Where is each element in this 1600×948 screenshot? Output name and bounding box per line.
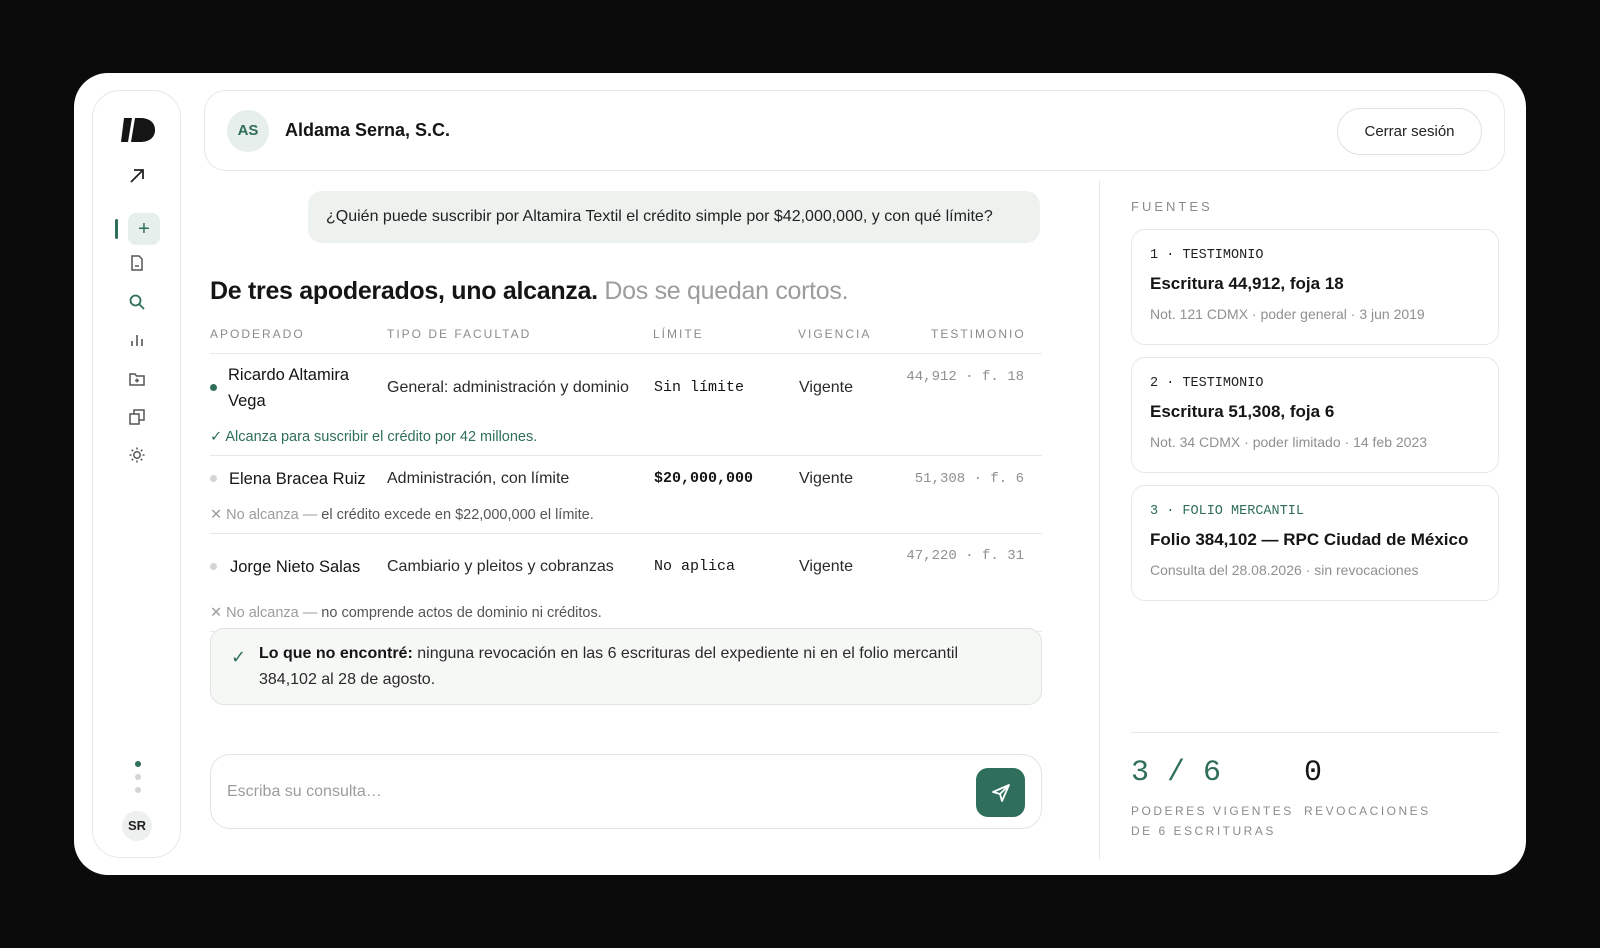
row-note: ✕ No alcanza — el crédito excede en $22,…	[210, 507, 594, 523]
row-note: ✓ Alcanza para suscribir el crédito por …	[210, 429, 537, 445]
limite: $20,000,000	[654, 470, 754, 487]
callout-text: Lo que no encontré: ninguna revocación e…	[259, 641, 1019, 693]
app-window: + SR AS Aldama Serna, S.C. Cerrar sesión…	[74, 73, 1526, 875]
answer-subtitle: Dos se quedan cortos.	[604, 277, 849, 305]
source-meta: Consulta del 28.08.2026 · sin revocacion…	[1150, 562, 1419, 578]
apoderado-name: Jorge Nieto Salas	[230, 558, 361, 576]
send-button[interactable]	[976, 768, 1025, 817]
testimonio[interactable]: 44,912 · f. 18	[904, 366, 1024, 389]
vigencia: Vigente	[799, 379, 853, 396]
folder-plus-icon[interactable]	[122, 364, 152, 394]
testimonio[interactable]: 47,220 · f. 31	[904, 545, 1024, 568]
row-divider	[210, 533, 1042, 534]
send-icon	[991, 783, 1010, 802]
source-tag: 3 · FOLIO MERCANTIL	[1150, 504, 1304, 519]
copy-icon[interactable]	[122, 402, 152, 432]
vigencia: Vigente	[799, 558, 853, 575]
app-logo[interactable]	[121, 115, 155, 145]
answer-title: De tres apoderados, uno alcanza. Dos se …	[210, 277, 849, 306]
panel-divider	[1099, 181, 1100, 859]
facultad: Administración, con límite	[387, 470, 570, 487]
note-prefix: ✕ No alcanza —	[210, 507, 318, 523]
page-dots	[133, 761, 143, 800]
stats-divider	[1131, 732, 1499, 733]
header-divider	[210, 353, 1042, 354]
testimonio[interactable]: 51,308 · f. 6	[864, 468, 1024, 491]
row-note: ✕ No alcanza — no comprende actos de dom…	[210, 605, 602, 621]
query-input[interactable]	[227, 773, 947, 811]
col-apoderado: APODERADO	[210, 327, 305, 341]
header: AS Aldama Serna, S.C. Cerrar sesión	[204, 90, 1505, 171]
source-title: Escritura 51,308, foja 6	[1150, 402, 1335, 421]
org-name: Aldama Serna, S.C.	[285, 120, 451, 140]
col-vigencia: VIGENCIA	[798, 327, 872, 341]
answer-headline: De tres apoderados, uno alcanza.	[210, 277, 598, 305]
composer	[210, 754, 1042, 829]
revocaciones-label: REVOCACIONES	[1304, 804, 1431, 818]
vigentes-label-line1: PODERES VIGENTES	[1131, 804, 1294, 818]
vigentes-label: PODERES VIGENTES DE 6 ESCRITURAS	[1131, 801, 1294, 841]
source-card[interactable]: 1 · TESTIMONIO Escritura 44,912, foja 18…	[1131, 229, 1499, 345]
status-dot	[210, 384, 217, 391]
col-testimonio: TESTIMONIO	[931, 327, 1026, 341]
source-meta: Not. 34 CDMX · poder limitado · 14 feb 2…	[1150, 434, 1428, 450]
new-query-button[interactable]: +	[128, 213, 160, 245]
facultad: General: administración y dominio	[387, 379, 629, 396]
source-tag: 2 · TESTIMONIO	[1150, 376, 1264, 391]
sidebar: + SR	[92, 90, 181, 858]
row-divider	[210, 455, 1042, 456]
bar-chart-icon[interactable]	[122, 325, 152, 355]
source-meta: Not. 121 CDMX · poder general · 3 jun 20…	[1150, 306, 1425, 322]
source-card[interactable]: 3 · FOLIO MERCANTIL Folio 384,102 — RPC …	[1131, 485, 1499, 601]
vigentes-label-line2: DE 6 ESCRITURAS	[1131, 824, 1276, 838]
col-facultad: TIPO DE FACULTAD	[387, 327, 532, 341]
user-question: ¿Quién puede suscribir por Altamira Text…	[308, 191, 1040, 243]
facultad: Cambiario y pleitos y cobranzas	[387, 558, 614, 575]
sun-icon[interactable]	[122, 440, 152, 470]
limite: Sin límite	[654, 379, 745, 396]
note-prefix: ✕ No alcanza —	[210, 605, 318, 621]
note-detail: el crédito excede en $22,000,000 el lími…	[321, 507, 594, 523]
source-card[interactable]: 2 · TESTIMONIO Escritura 51,308, foja 6 …	[1131, 357, 1499, 473]
revocaciones-stat: 0	[1304, 756, 1323, 790]
note-prefix: ✓ Alcanza para suscribir el crédito por …	[210, 429, 538, 445]
document-icon[interactable]	[122, 248, 152, 278]
col-limite: LÍMITE	[653, 327, 704, 341]
status-dot	[210, 563, 217, 570]
source-title: Folio 384,102 — RPC Ciudad de México	[1150, 530, 1469, 549]
source-title: Escritura 44,912, foja 18	[1150, 274, 1344, 293]
org-avatar: AS	[227, 110, 269, 152]
arrow-up-right-icon[interactable]	[122, 161, 152, 191]
source-tag: 1 · TESTIMONIO	[1150, 248, 1264, 263]
apoderado-name: Ricardo Altamira Vega	[228, 366, 350, 410]
logout-button[interactable]: Cerrar sesión	[1337, 108, 1482, 155]
limite: No aplica	[654, 558, 736, 575]
note-detail: no comprende actos de dominio ni crédito…	[321, 605, 602, 621]
findings-callout: ✓ Lo que no encontré: ninguna revocación…	[210, 628, 1042, 705]
vigentes-stat: 3 / 6	[1131, 756, 1222, 790]
user-avatar[interactable]: SR	[122, 811, 152, 841]
callout-bold: Lo que no encontré:	[259, 645, 413, 662]
check-icon: ✓	[231, 647, 247, 667]
sources-title: FUENTES	[1131, 199, 1213, 214]
vigencia: Vigente	[799, 470, 853, 487]
search-icon[interactable]	[122, 287, 152, 317]
status-dot	[210, 475, 217, 482]
apoderado-name: Elena Bracea Ruiz	[229, 470, 366, 488]
active-indicator	[115, 219, 118, 239]
